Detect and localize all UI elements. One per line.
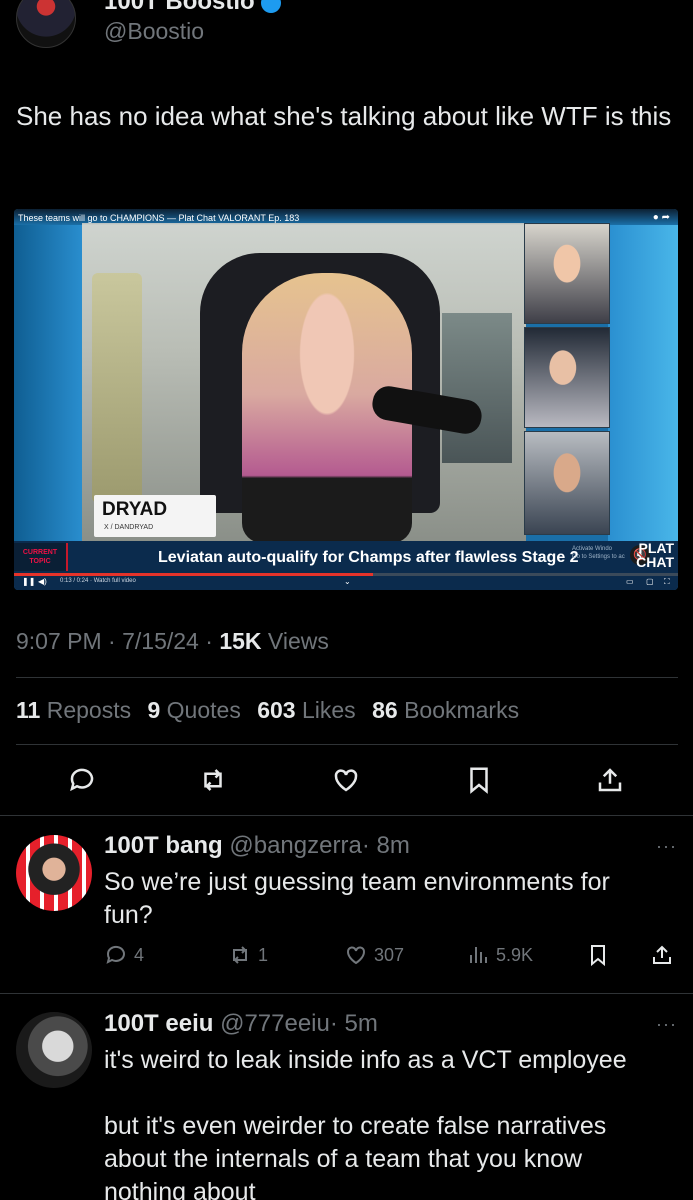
tweet-stats: 11 Reposts 9 Quotes 603 Likes 86 Bookmar… [16,697,529,724]
views-icon [470,947,487,963]
more-options-icon[interactable]: ··· [656,836,677,857]
quotes-count: 9 [147,697,161,723]
reply-header: 100T eeiu @777eeiu· 5m [104,1010,378,1038]
video-time[interactable]: 0:13 / 0:24 · Watch full video [60,578,136,584]
video-nameplate: DRYAD X / DANDRYAD [94,495,216,537]
reply-avatar[interactable] [16,835,92,911]
divider [16,744,678,745]
reply-bookmark-button[interactable] [586,943,610,967]
author-name-row[interactable]: 100T Boostio [104,0,281,16]
share-icon [653,945,671,964]
volume-icon[interactable]: ◀) [38,577,47,586]
heart-icon [347,946,365,965]
reply-author-handle[interactable]: @bangzerra [229,832,361,859]
tweet-views-label: Views [267,628,329,654]
tweet-time[interactable]: 9:07 PM [16,628,102,654]
reply-repost-button[interactable]: 1 [228,943,268,967]
video-nameplate-name: DRYAD [102,499,168,520]
reply-header: 100T bang @bangzerra· 8m [104,832,410,860]
heart-icon [334,769,358,792]
bookmarks-count: 86 [372,697,398,723]
reply-text: it's weird to leak inside info as a VCT … [104,1046,627,1074]
repost-icon [233,946,247,964]
author-handle[interactable]: @Boostio [104,18,204,45]
likes-label: Likes [301,697,356,723]
likes-count: 603 [257,697,296,723]
tweet-views-count: 15K [219,628,262,654]
video-share-icon[interactable]: ● ➦ [653,212,670,223]
video-headline: Leviatan auto-qualify for Champs after f… [158,549,579,566]
video-cat-tree [92,273,142,503]
video-activate-line-2: Go to Settings to ac [572,554,625,560]
chevron-down-icon[interactable]: ⌄ [344,577,351,586]
reply-time[interactable]: · 5m [330,1010,378,1037]
captions-icon[interactable]: ▢ [646,577,654,586]
repost-button[interactable] [195,762,231,798]
reply-author-handle[interactable]: @777eeiu [220,1010,330,1037]
bookmark-icon [470,767,488,794]
like-button[interactable] [328,762,364,798]
likes-stat[interactable]: 603 Likes [257,697,355,723]
video-show-logo: PLAT CHAT [636,540,674,570]
reply-time[interactable]: · 8m [362,832,410,859]
video-activate-line-1: Activate Windo [572,546,613,552]
divider [16,677,678,678]
reposts-count: 11 [16,697,41,723]
video-topic-line-1: CURRENT [22,549,58,556]
quotes-label: Quotes [166,697,241,723]
verified-badge-icon [260,0,281,13]
bookmark-button[interactable] [461,762,497,798]
share-button[interactable] [592,762,628,798]
author-avatar[interactable] [16,0,76,48]
reply-actions: 4 1 307 5.9K [104,943,679,973]
reposts-stat[interactable]: 11 Reposts [16,697,131,723]
reply-share-button[interactable] [650,943,674,967]
video-bg-right [608,225,678,545]
video-activate-windows: Activate Windo Go to Settings to ac [572,545,625,561]
more-options-icon[interactable]: ··· [656,1014,677,1035]
video-title: These teams will go to CHAMPIONS — Plat … [18,213,300,223]
tweet-date[interactable]: 7/15/24 [122,628,199,654]
reply-reply-button[interactable]: 4 [104,943,144,967]
repost-icon [204,769,222,791]
video-guest-cam-1 [524,223,610,324]
reply-repost-count: 1 [258,944,269,965]
bookmark-icon [591,945,605,967]
reply-author-name[interactable]: 100T eeiu [104,1010,213,1037]
reply-reply-count: 4 [134,944,145,965]
author-name[interactable]: 100T Boostio [104,0,255,15]
video-shelf [442,313,512,463]
pause-icon[interactable]: ❚❚ [22,577,35,586]
share-icon [598,768,622,792]
video-guest-cam-2 [524,327,610,428]
video-player[interactable]: These teams will go to CHAMPIONS — Plat … [14,209,678,590]
bookmarks-stat[interactable]: 86 Bookmarks [372,697,519,723]
reply-icon [106,945,125,964]
reply-text: So we’re just guessing team environments… [104,868,610,929]
reply-like-count: 307 [374,944,405,965]
video-topic-line-2: TOPIC [29,558,51,565]
video-controls: ❚❚ ◀) 0:13 / 0:24 · Watch full video ⌄ ▭… [14,576,678,590]
reply-author-name[interactable]: 100T bang [104,832,223,859]
fullscreen-icon[interactable]: ⛶ [664,577,670,587]
video-topic-label: CURRENT TOPIC [14,543,68,571]
divider [0,815,693,816]
reposts-label: Reposts [46,697,132,723]
reply-button[interactable] [64,762,100,798]
video-nameplate-sub: X / DANDRYAD [104,524,154,531]
video-bg-left [14,225,84,545]
reply-views-count: 5.9K [496,944,534,965]
quotes-stat[interactable]: 9 Quotes [147,697,240,723]
tweet-meta: 9:07 PM · 7/15/24 · 15K Views [16,628,329,654]
reply-icon [70,768,94,792]
settings-icon[interactable]: ▭ [626,577,634,586]
reply-views-button[interactable]: 5.9K [466,943,533,967]
divider [0,993,693,994]
bookmarks-label: Bookmarks [404,697,520,723]
reply-like-button[interactable]: 307 [344,943,404,967]
reply-avatar[interactable] [16,1012,92,1088]
video-guest-cam-3 [524,431,610,535]
reply-text-continued: but it's even weirder to create false na… [104,1112,607,1200]
tweet-text: She has no idea what she's talking about… [16,101,672,131]
